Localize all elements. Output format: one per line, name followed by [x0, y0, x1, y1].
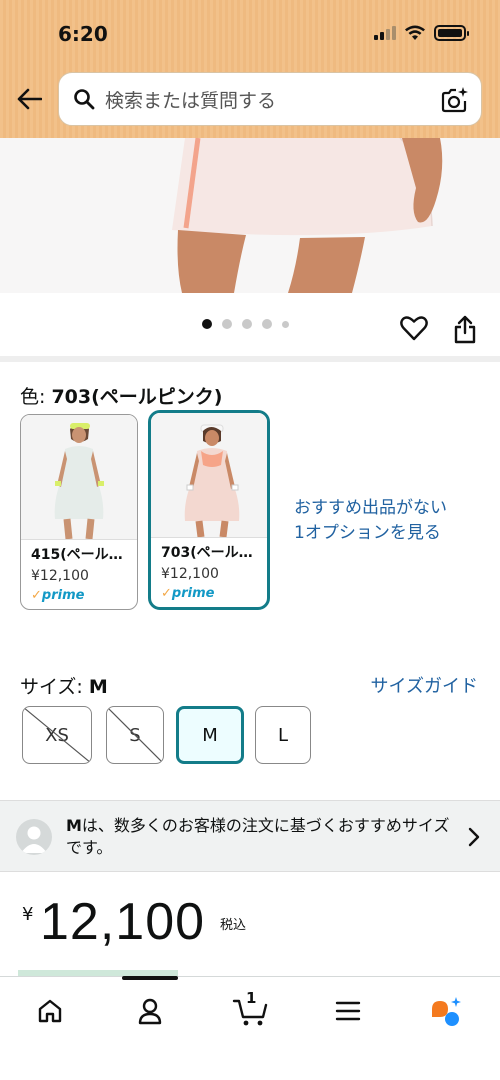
search-icon: [74, 89, 95, 110]
unavailable-strike: [107, 707, 163, 763]
wifi-icon: [405, 25, 425, 40]
size-label-prefix: サイズ:: [20, 676, 89, 698]
prime-badge: ✓prime: [31, 588, 85, 603]
color-option-price: ¥12,100: [31, 568, 89, 584]
carousel-dot[interactable]: [262, 319, 272, 329]
price-amount: 12,100: [40, 893, 206, 951]
more-options-line2: 1オプションを見る: [294, 523, 441, 543]
heart-icon[interactable]: [400, 314, 428, 342]
unavailable-strike: [23, 707, 91, 763]
status-time: 6:20: [58, 22, 108, 46]
recommendation-text: Mは、数多くのお客様の注文に基づくおすすめサイズです。: [66, 815, 464, 859]
price-currency: ¥: [22, 904, 34, 925]
avatar-icon: [16, 819, 52, 855]
color-selected-value: 703(ペールピンク): [51, 386, 223, 408]
color-option-703[interactable]: 703(ペール… ¥12,100 ✓prime: [148, 410, 270, 610]
product-image[interactable]: [0, 138, 500, 293]
battery-icon: [434, 25, 469, 41]
recommendation-message: は、数多くのお客様の注文に基づくおすすめサイズです。: [66, 816, 450, 857]
size-option-label: L: [277, 724, 289, 746]
prime-label: prime: [171, 586, 215, 601]
prime-badge: ✓prime: [161, 586, 215, 601]
share-icon[interactable]: [452, 314, 478, 344]
home-indicator: [122, 976, 178, 980]
nav-account[interactable]: [130, 991, 170, 1031]
nav-rufus[interactable]: [426, 991, 466, 1031]
more-options-link[interactable]: おすすめ出品がない 1オプションを見る: [294, 496, 447, 546]
back-arrow-icon[interactable]: [14, 82, 44, 116]
color-option-name: 703(ペール…: [151, 537, 267, 562]
color-option-image: [151, 413, 267, 538]
status-icons: [374, 22, 469, 44]
size-option-s[interactable]: S: [106, 706, 164, 764]
size-option-m[interactable]: M: [176, 706, 244, 764]
color-option-image: [21, 415, 137, 540]
search-placeholder: 検索または質問する: [105, 89, 277, 112]
bottom-nav: 1: [0, 976, 500, 1080]
carousel-dot[interactable]: [242, 319, 252, 329]
size-option-xs[interactable]: XS: [22, 706, 92, 764]
color-label: 色: 703(ペールピンク): [20, 382, 222, 409]
recommendation-size: M: [66, 816, 82, 835]
size-label: サイズ: M: [20, 672, 108, 699]
nav-cart[interactable]: 1: [228, 989, 274, 1031]
color-label-prefix: 色:: [20, 386, 52, 408]
menu-icon: [335, 1001, 361, 1021]
nav-menu[interactable]: [328, 991, 368, 1031]
cart-count: 1: [246, 989, 257, 1007]
size-option-l[interactable]: L: [255, 706, 311, 764]
signal-icon: [374, 26, 396, 40]
more-options-line1: おすすめ出品がない: [294, 498, 447, 518]
search-input[interactable]: 検索または質問する: [58, 72, 482, 126]
color-option-name: 415(ペール…: [21, 539, 137, 564]
size-recommendation-banner[interactable]: Mは、数多くのお客様の注文に基づくおすすめサイズです。: [0, 800, 500, 872]
color-option-415[interactable]: 415(ペール… ¥12,100 ✓prime: [20, 414, 138, 610]
color-option-price: ¥12,100: [161, 566, 219, 582]
prime-label: prime: [41, 588, 85, 603]
assistant-icon: [432, 997, 461, 1026]
size-option-label: M: [202, 724, 218, 746]
size-guide-link[interactable]: サイズガイド: [371, 672, 478, 698]
chevron-right-icon: [468, 827, 480, 847]
carousel-dots[interactable]: [202, 319, 289, 329]
carousel-dot-active[interactable]: [202, 319, 212, 329]
person-icon: [138, 998, 162, 1025]
size-selected-value: M: [88, 676, 108, 698]
camera-search-icon[interactable]: [439, 85, 469, 115]
home-icon: [38, 999, 62, 1023]
nav-home[interactable]: [30, 991, 70, 1031]
section-divider: [0, 356, 500, 362]
carousel-dot[interactable]: [282, 320, 289, 328]
price-tax-label: 税込: [220, 918, 247, 933]
carousel-dot[interactable]: [222, 319, 232, 329]
